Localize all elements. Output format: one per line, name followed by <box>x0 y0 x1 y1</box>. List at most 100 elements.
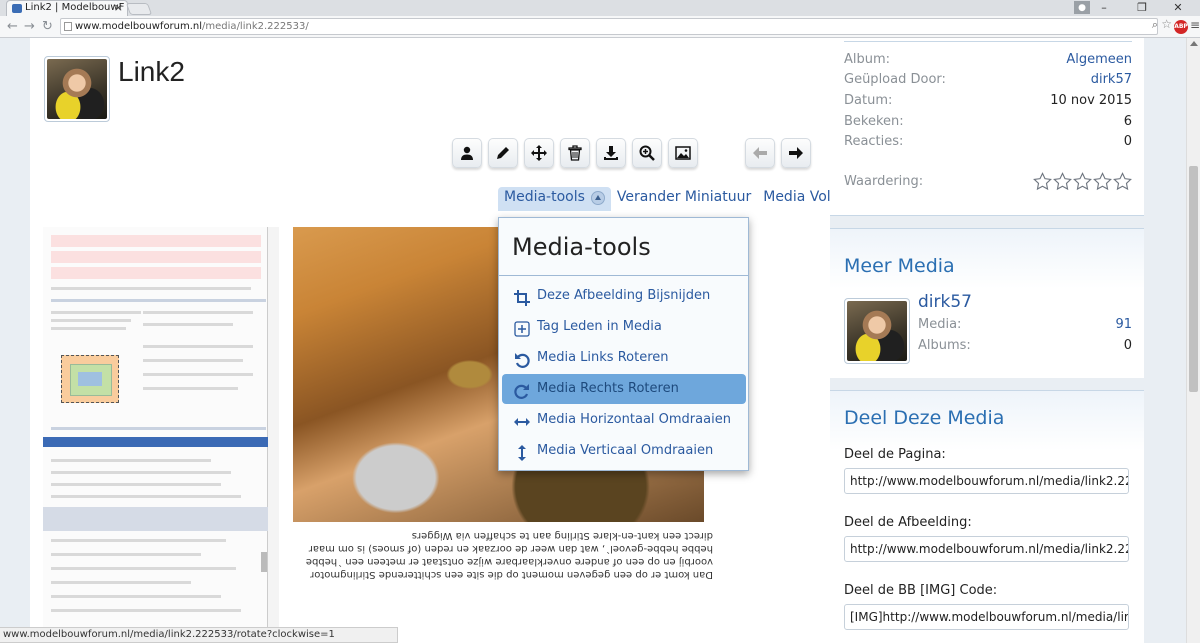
share-bb-input[interactable]: [IMG]http://www.modelbouwforum.nl/media/… <box>844 604 1129 630</box>
adblock-icon[interactable]: ABP <box>1174 20 1188 34</box>
page-scrollbar[interactable] <box>1186 38 1200 643</box>
share-block: Deel Deze Media Deel de Pagina: http://w… <box>830 390 1144 643</box>
status-bar-url: www.modelbouwforum.nl/media/link2.222533… <box>0 627 398 643</box>
scrollbar-thumb[interactable] <box>1189 166 1198 392</box>
browser-tab[interactable]: Link2 | ModelbouwF × <box>6 0 128 16</box>
pencil-icon <box>497 147 509 159</box>
menu-item-tag-members[interactable]: Tag Leden in Media <box>502 312 746 342</box>
share-page-label: Deel de Pagina: <box>844 447 946 462</box>
minimize-icon[interactable]: – <box>1090 0 1118 16</box>
star-icon[interactable] <box>1053 172 1072 191</box>
user-button[interactable] <box>452 138 482 168</box>
uploader-link[interactable]: dirk57 <box>1091 72 1132 87</box>
info-date: Datum: 10 nov 2015 <box>844 93 1132 108</box>
download-icon <box>604 146 618 160</box>
page: Link2 Media-tools Verander Miniatuur Med… <box>0 38 1186 643</box>
menu-item-rotate-left[interactable]: Media Links Roteren <box>502 343 746 373</box>
image-button[interactable] <box>668 138 698 168</box>
meer-media-user-link[interactable]: dirk57 <box>918 292 972 312</box>
media-tools-menu: Media-tools Deze Afbeelding Bijsnijden T… <box>498 217 749 471</box>
tab-close-icon[interactable]: × <box>114 1 123 15</box>
star-icon[interactable] <box>1093 172 1112 191</box>
menu-item-label: Media Horizontaal Omdraaien <box>537 412 731 427</box>
star-icon[interactable] <box>1073 172 1092 191</box>
tag-plus-icon <box>514 319 530 337</box>
share-heading: Deel Deze Media <box>844 407 1005 429</box>
profile-icon[interactable]: ● <box>1074 1 1090 14</box>
info-album: Album: Algemeen <box>844 52 1132 67</box>
maximize-icon[interactable]: ❐ <box>1128 0 1156 16</box>
menu-item-label: Media Links Roteren <box>537 350 669 365</box>
move-button[interactable] <box>524 138 554 168</box>
menu-item-flip-horizontal[interactable]: Media Horizontaal Omdraaien <box>502 405 746 435</box>
previous-button[interactable] <box>745 138 775 168</box>
zoom-button[interactable] <box>632 138 662 168</box>
sidebar: Album: Algemeen Geüpload Door: dirk57 Da… <box>830 38 1186 643</box>
meer-media-heading: Meer Media <box>844 255 955 277</box>
box-model-diagram <box>61 355 119 403</box>
bookmark-star-icon[interactable]: ☆ <box>1161 17 1172 31</box>
share-page-input[interactable]: http://www.modelbouwforum.nl/media/link2… <box>844 468 1129 494</box>
tab-media-tools-label: Media-tools <box>504 189 585 205</box>
menu-item-label: Tag Leden in Media <box>537 319 662 334</box>
crop-icon <box>514 288 530 306</box>
star-icon[interactable] <box>1113 172 1132 191</box>
avatar[interactable] <box>44 56 110 122</box>
meer-media-albums: Albums: 0 <box>918 338 1132 353</box>
page-title: Link2 <box>118 56 185 87</box>
devtools-screenshot <box>43 227 268 643</box>
menu-title: Media-tools <box>499 218 748 276</box>
menu-item-label: Media Rechts Roteren <box>537 381 679 396</box>
share-bb-label: Deel de BB [IMG] Code: <box>844 583 998 598</box>
info-uploaded-by: Geüpload Door: dirk57 <box>844 72 1132 87</box>
tab-change-thumbnail[interactable]: Verander Miniatuur <box>611 187 757 211</box>
url-host: www.modelbouwforum.nl <box>75 21 203 32</box>
menu-item-label: Deze Afbeelding Bijsnijden <box>537 288 711 303</box>
browser-titlebar: Link2 | ModelbouwF × ● – ❐ ✕ <box>0 0 1200 16</box>
menu-item-crop[interactable]: Deze Afbeelding Bijsnijden <box>502 281 746 311</box>
photo-caption: Dan komt er op een gegeven moment op die… <box>305 530 713 580</box>
media-nav <box>745 138 811 170</box>
trash-icon <box>568 145 582 161</box>
browser-menu-icon[interactable]: ≡ <box>1190 18 1200 32</box>
share-image-label: Deel de Afbeelding: <box>844 515 972 530</box>
delete-button[interactable] <box>560 138 590 168</box>
share-image-input[interactable]: http://www.modelbouwforum.nl/media/link2… <box>844 536 1129 562</box>
window-close-icon[interactable]: ✕ <box>1164 0 1192 16</box>
new-tab-button[interactable] <box>125 3 153 15</box>
album-link[interactable]: Algemeen <box>1066 52 1132 67</box>
media-toolbar <box>452 138 698 170</box>
back-icon[interactable]: ← <box>7 19 18 34</box>
star-icon[interactable] <box>1033 172 1052 191</box>
user-avatar[interactable] <box>844 298 910 364</box>
tab-media-tools[interactable]: Media-tools <box>498 187 611 211</box>
arrow-left-icon <box>753 147 767 159</box>
main-column: Link2 Media-tools Verander Miniatuur Med… <box>30 38 857 643</box>
site-favicon-icon <box>12 4 22 13</box>
url-path: /media/link2.222533/ <box>202 21 309 32</box>
menu-item-label: Media Verticaal Omdraaien <box>537 443 714 458</box>
flip-horizontal-icon <box>514 412 530 428</box>
flip-vertical-icon <box>514 443 530 461</box>
zoom-icon[interactable]: ⌕ <box>1152 18 1158 32</box>
address-bar: ← → ↻ www.modelbouwforum.nl/media/link2.… <box>0 16 1200 38</box>
next-button[interactable] <box>781 138 811 168</box>
scroll-up-icon[interactable] <box>1190 41 1198 46</box>
page-icon <box>64 22 72 31</box>
zoom-icon <box>639 145 655 161</box>
info-views: Bekeken: 6 <box>844 114 1132 129</box>
menu-item-rotate-right[interactable]: Media Rechts Roteren <box>502 374 746 404</box>
meer-media-count: Media: 91 <box>918 317 1132 332</box>
rating-stars[interactable] <box>1033 172 1132 191</box>
rotate-left-icon <box>514 350 530 368</box>
forward-icon[interactable]: → <box>24 19 35 34</box>
info-reactions: Reacties: 0 <box>844 134 1132 149</box>
move-icon <box>531 145 547 161</box>
edit-button[interactable] <box>488 138 518 168</box>
download-button[interactable] <box>596 138 626 168</box>
url-input[interactable]: www.modelbouwforum.nl/media/link2.222533… <box>60 18 1158 35</box>
reload-icon[interactable]: ↻ <box>42 19 53 34</box>
menu-item-flip-vertical[interactable]: Media Verticaal Omdraaien <box>502 436 746 466</box>
image-icon <box>675 146 691 160</box>
rotate-right-icon <box>514 381 530 399</box>
